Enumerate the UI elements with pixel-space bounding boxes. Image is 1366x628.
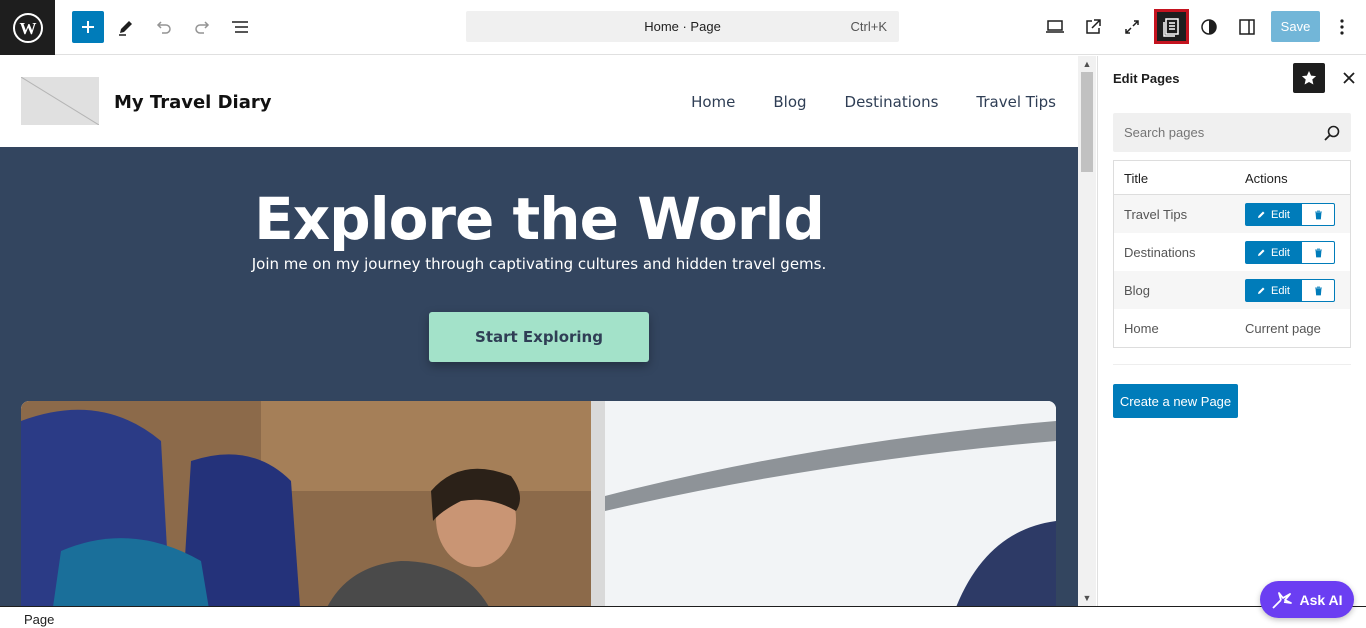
hero-image[interactable]: [21, 401, 1056, 606]
settings-sidebar-button[interactable]: [1231, 11, 1263, 43]
table-row: Home Current page: [1114, 309, 1350, 347]
site-navigation: Home Blog Destinations Travel Tips: [691, 93, 1056, 111]
edit-page-button[interactable]: Edit: [1245, 279, 1302, 302]
nav-item-travel-tips[interactable]: Travel Tips: [976, 93, 1056, 111]
pages-icon: [1162, 17, 1179, 37]
pages-table: Title Actions Travel Tips Edit Destinati…: [1113, 160, 1351, 348]
command-palette-bar[interactable]: Home · Page Ctrl+K: [466, 11, 899, 42]
redo-icon: [195, 21, 210, 34]
row-actions: Edit: [1245, 279, 1335, 302]
close-icon: [1343, 72, 1355, 84]
canvas-scrollbar[interactable]: ▲ ▼: [1078, 56, 1096, 606]
trash-icon: [1314, 210, 1322, 219]
wordpress-logo-button[interactable]: W: [0, 0, 55, 55]
view-page-button[interactable]: [1077, 11, 1109, 43]
shortcut-hint: Ctrl+K: [850, 19, 887, 34]
edit-pages-sidebar: Edit Pages Title Actions Travel Tips Edi…: [1097, 56, 1366, 606]
search-pages-input[interactable]: [1113, 113, 1351, 152]
editor-toolbar: W Home · Page Ctrl+K Save: [0, 0, 1366, 55]
nav-item-home[interactable]: Home: [691, 93, 735, 111]
expand-icon: [1125, 20, 1139, 34]
page-title-cell: Travel Tips: [1124, 207, 1188, 222]
page-title-cell: Blog: [1124, 283, 1151, 298]
pencil-icon: [1258, 249, 1265, 256]
train-traveler-photo: [21, 401, 1056, 606]
hero-title[interactable]: Explore the World: [0, 185, 1078, 253]
redo-button[interactable]: [186, 11, 218, 43]
pencil-icon: [1258, 211, 1265, 218]
nav-item-destinations[interactable]: Destinations: [845, 93, 939, 111]
delete-page-button[interactable]: [1302, 203, 1335, 226]
ask-ai-label: Ask AI: [1299, 591, 1343, 608]
edit-label: Edit: [1271, 246, 1290, 259]
create-new-page-button[interactable]: Create a new Page: [1113, 384, 1238, 418]
column-header-title: Title: [1124, 171, 1149, 186]
delete-page-button[interactable]: [1302, 241, 1335, 264]
divider: [1113, 364, 1351, 365]
document-overview-button[interactable]: [224, 11, 256, 43]
tools-button[interactable]: [110, 11, 142, 43]
table-row: Blog Edit: [1114, 271, 1350, 309]
hero-section: Explore the World Join me on my journey …: [0, 147, 1078, 606]
row-actions: Edit: [1245, 203, 1335, 226]
save-button[interactable]: Save: [1271, 11, 1320, 42]
placeholder-image: [21, 77, 99, 125]
site-title[interactable]: My Travel Diary: [114, 92, 271, 113]
external-link-icon: [1086, 19, 1101, 34]
site-header: My Travel Diary Home Blog Destinations T…: [0, 56, 1078, 147]
star-icon: [1301, 71, 1317, 85]
options-menu-button[interactable]: [1326, 11, 1358, 43]
nav-item-blog[interactable]: Blog: [773, 93, 806, 111]
pin-sidebar-button[interactable]: [1293, 63, 1325, 93]
trash-icon: [1314, 286, 1322, 295]
edit-label: Edit: [1271, 284, 1290, 297]
contrast-icon: [1201, 19, 1217, 35]
sidebar-icon: [1239, 19, 1255, 35]
trash-icon: [1314, 248, 1322, 257]
hero-subtitle[interactable]: Join me on my journey through captivatin…: [0, 255, 1078, 273]
sidebar-title: Edit Pages: [1113, 71, 1180, 86]
editor-footer: Page: [0, 606, 1366, 628]
search-icon[interactable]: [1324, 125, 1340, 141]
undo-icon: [156, 21, 171, 34]
scrollbar-thumb[interactable]: [1081, 72, 1093, 172]
table-row: Destinations Edit: [1114, 233, 1350, 271]
plus-icon: [82, 21, 94, 33]
edit-page-button[interactable]: Edit: [1245, 203, 1302, 226]
document-title: Home · Page: [644, 19, 721, 34]
page-title-cell: Destinations: [1124, 245, 1196, 260]
more-vertical-icon: [1340, 19, 1344, 35]
column-header-actions: Actions: [1245, 171, 1288, 186]
svg-text:W: W: [19, 19, 36, 38]
delete-page-button[interactable]: [1302, 279, 1335, 302]
edit-page-button[interactable]: Edit: [1245, 241, 1302, 264]
scroll-down-arrow-icon[interactable]: ▼: [1078, 590, 1096, 606]
laptop-icon: [1046, 20, 1064, 33]
fullscreen-button[interactable]: [1116, 11, 1148, 43]
edit-label: Edit: [1271, 208, 1290, 221]
styles-button[interactable]: [1193, 11, 1225, 43]
table-header: Title Actions: [1114, 161, 1350, 195]
pages-panel-button[interactable]: [1154, 9, 1189, 44]
add-block-button[interactable]: [72, 11, 104, 43]
pencil-icon: [1258, 287, 1265, 294]
table-row: Travel Tips Edit: [1114, 195, 1350, 233]
start-exploring-button[interactable]: Start Exploring: [429, 312, 649, 362]
editor-canvas[interactable]: My Travel Diary Home Blog Destinations T…: [0, 56, 1078, 606]
breadcrumb[interactable]: Page: [24, 612, 54, 627]
wordpress-icon: W: [12, 12, 43, 43]
ask-ai-button[interactable]: Ask AI: [1260, 581, 1354, 618]
pencil-icon: [119, 21, 132, 36]
scroll-up-arrow-icon[interactable]: ▲: [1078, 56, 1096, 72]
page-title-cell: Home: [1124, 321, 1159, 336]
current-page-status: Current page: [1245, 321, 1321, 336]
sparkle-icon: [1272, 591, 1293, 609]
row-actions: Edit: [1245, 241, 1335, 264]
site-logo-placeholder[interactable]: [21, 77, 99, 125]
list-view-icon: [232, 21, 248, 33]
close-sidebar-button[interactable]: [1334, 63, 1364, 93]
undo-button[interactable]: [148, 11, 180, 43]
device-preview-button[interactable]: [1039, 11, 1071, 43]
